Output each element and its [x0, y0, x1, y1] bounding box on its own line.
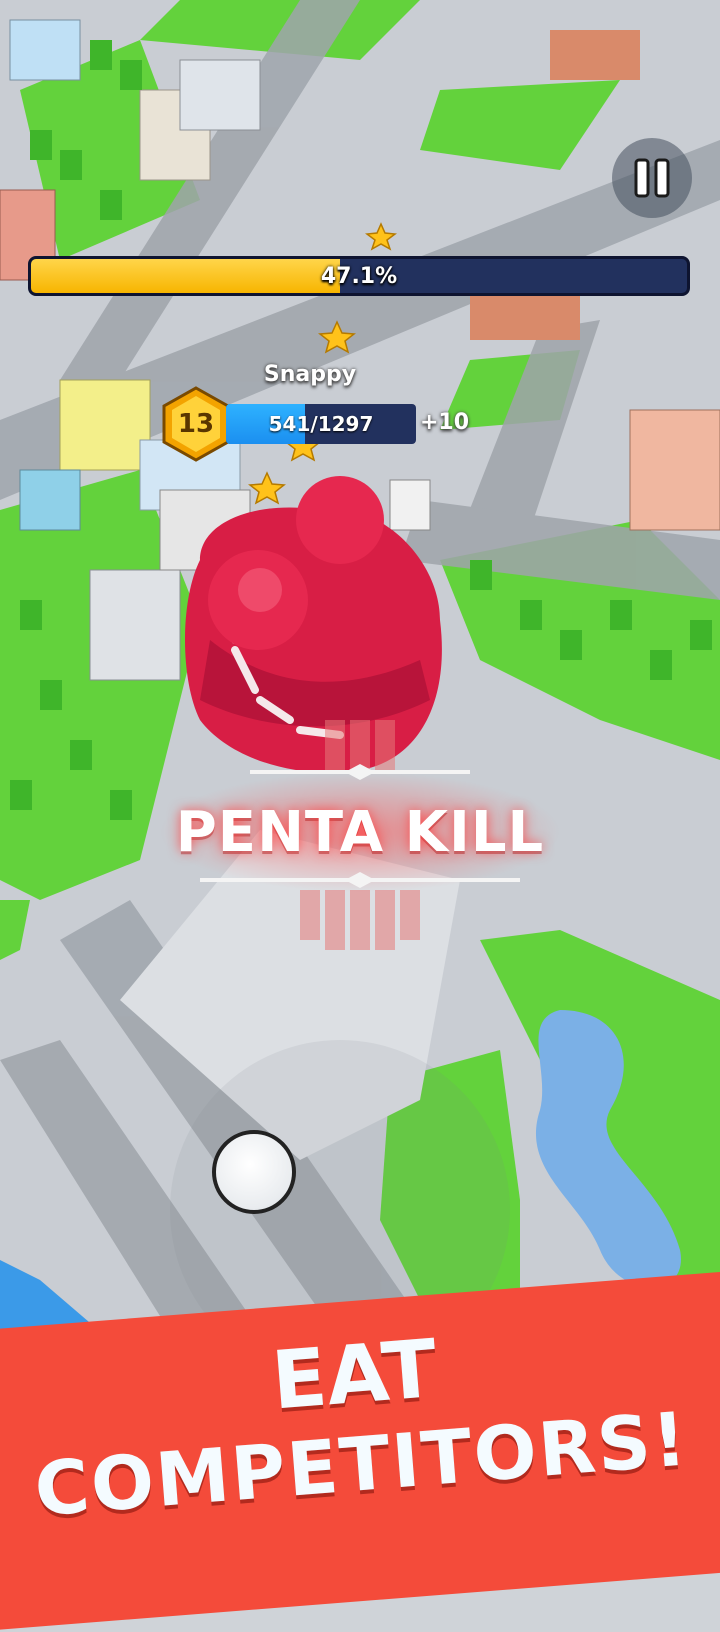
xp-bar: 541/1297	[226, 404, 416, 444]
player-name: Snappy	[263, 362, 357, 387]
score-gain: +10	[420, 410, 470, 435]
level-number: 13	[177, 409, 215, 439]
xp-label: 541/1297	[268, 412, 374, 436]
level-badge-icon: 13	[160, 386, 232, 462]
joystick-knob[interactable]	[212, 1130, 296, 1214]
kill-streak-text: PENTA KILL	[175, 800, 545, 865]
pause-button[interactable]	[612, 138, 692, 218]
pause-icon	[634, 158, 670, 198]
map-progress-bar: 47.1%	[28, 256, 690, 296]
map-progress-label: 47.1%	[320, 263, 398, 289]
